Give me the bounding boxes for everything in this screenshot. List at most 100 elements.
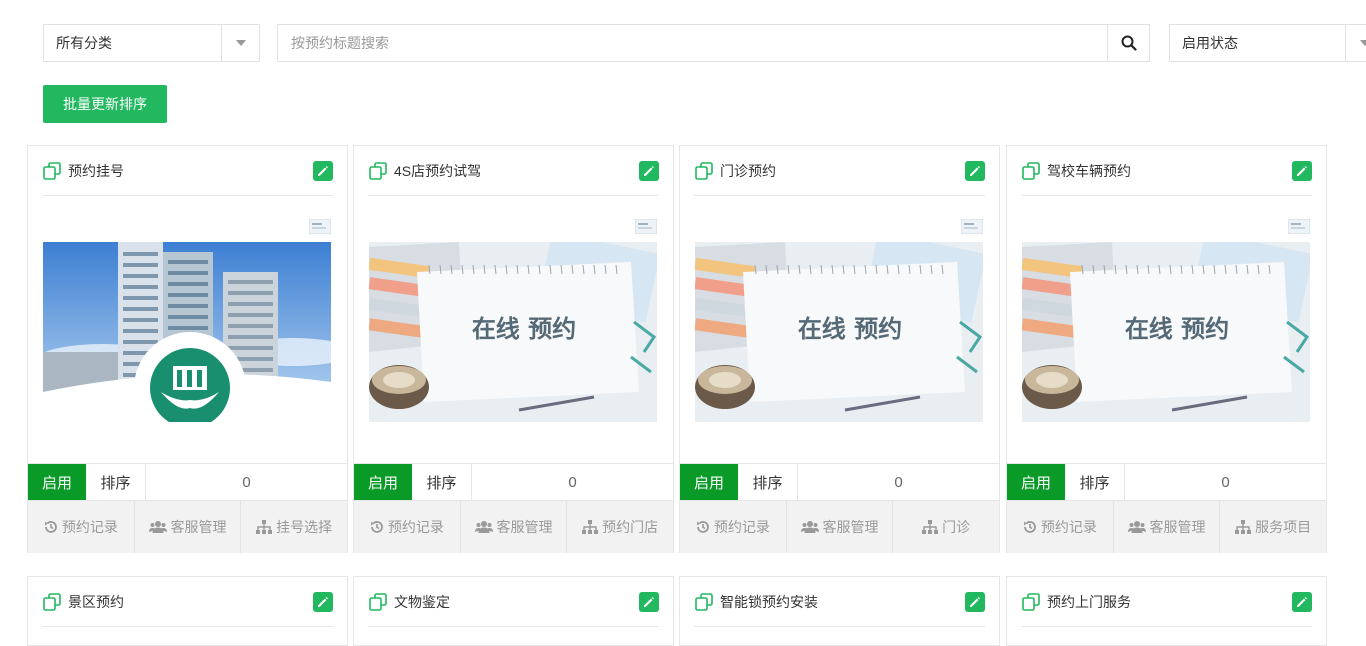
appointment-card: 预约挂号 启用 排序 0 预约记录 客服管理 挂号选择 [27, 145, 348, 553]
online-booking-banner: 在线 预约 [695, 242, 983, 422]
card-image [43, 242, 331, 422]
status-row: 启用 排序 0 [28, 463, 347, 501]
records-link[interactable]: 预约记录 [680, 501, 787, 553]
options-link[interactable]: 门诊 [893, 501, 999, 553]
search-button[interactable] [1107, 25, 1149, 61]
edit-button[interactable] [313, 160, 333, 181]
appointment-card: 景区预约 [27, 576, 348, 646]
copy-icon[interactable] [368, 161, 388, 181]
sitemap-icon [922, 520, 939, 534]
users-icon [148, 521, 167, 533]
records-link[interactable]: 预约记录 [1007, 501, 1114, 553]
edit-button[interactable] [1292, 591, 1312, 612]
card-header: 驾校车辆预约 [1021, 146, 1312, 196]
status-select[interactable]: 启用状态 [1169, 24, 1366, 62]
card-header: 文物鉴定 [368, 577, 659, 627]
sort-value-input[interactable]: 0 [798, 464, 999, 500]
status-row: 启用 排序 0 [1007, 463, 1326, 501]
history-icon [370, 521, 383, 533]
thumbnail-icon [635, 219, 657, 234]
card-title: 预约挂号 [68, 162, 124, 179]
customer-service-link[interactable]: 客服管理 [135, 501, 242, 553]
users-icon [800, 521, 819, 533]
sort-value-input[interactable]: 0 [146, 464, 347, 500]
users-icon [474, 521, 493, 533]
status-toggle[interactable]: 启用 [28, 464, 86, 500]
customer-service-link[interactable]: 客服管理 [1114, 501, 1221, 553]
copy-icon[interactable] [368, 592, 388, 612]
card-header: 智能锁预约安装 [694, 577, 985, 627]
card-title: 门诊预约 [720, 162, 776, 179]
svg-text:在线 预约: 在线 预约 [1125, 314, 1229, 343]
chevron-down-icon[interactable] [221, 25, 259, 61]
sort-label: 排序 [412, 464, 472, 500]
appointment-card: 4S店预约试驾 在线 预约 启用 排序 0 预约记录 客服管理 预约门店 [353, 145, 674, 553]
search-input[interactable] [278, 25, 1107, 61]
pencil-icon [970, 596, 980, 607]
copy-icon[interactable] [694, 592, 714, 612]
options-link[interactable]: 挂号选择 [241, 501, 347, 553]
customer-service-link[interactable]: 客服管理 [787, 501, 894, 553]
edit-button[interactable] [965, 160, 985, 181]
thumbnail-icon [309, 219, 331, 234]
edit-button[interactable] [313, 591, 333, 612]
copy-icon[interactable] [42, 161, 62, 181]
status-toggle[interactable]: 启用 [354, 464, 412, 500]
card-title: 智能锁预约安装 [720, 593, 818, 610]
options-link[interactable]: 服务项目 [1220, 501, 1326, 553]
pencil-icon [970, 165, 980, 176]
copy-icon[interactable] [1021, 592, 1041, 612]
card-title: 4S店预约试驾 [394, 162, 482, 179]
card-header: 预约上门服务 [1021, 577, 1312, 627]
card-image: 在线 预约 [695, 242, 983, 422]
status-row: 启用 排序 0 [680, 463, 999, 501]
card-header: 门诊预约 [694, 146, 985, 196]
card-actions: 预约记录 客服管理 [28, 501, 347, 553]
edit-button[interactable] [1292, 160, 1312, 181]
sitemap-icon [1235, 520, 1252, 534]
batch-sort-button[interactable]: 批量更新排序 [43, 85, 167, 123]
hospital-image [43, 242, 331, 422]
customer-service-link[interactable]: 客服管理 [461, 501, 568, 553]
edit-button[interactable] [965, 591, 985, 612]
sitemap-icon [256, 520, 273, 534]
pencil-icon [644, 596, 654, 607]
card-title: 文物鉴定 [394, 593, 450, 610]
history-icon [44, 521, 57, 533]
appointment-card: 驾校车辆预约 在线 预约 启用 排序 0 预约记录 客服管理 服务项目 [1006, 145, 1327, 553]
pencil-icon [1297, 596, 1307, 607]
category-select[interactable]: 所有分类 [43, 24, 260, 62]
sitemap-icon [582, 520, 599, 534]
copy-icon[interactable] [694, 161, 714, 181]
sort-value-input[interactable]: 0 [472, 464, 673, 500]
thumbnail-icon [1288, 219, 1310, 234]
card-image: 在线 预约 [1022, 242, 1310, 422]
card-header: 4S店预约试驾 [368, 146, 659, 196]
online-booking-banner: 在线 预约 [369, 242, 657, 422]
appointment-card: 文物鉴定 [353, 576, 674, 646]
pencil-icon [1297, 165, 1307, 176]
edit-button[interactable] [639, 160, 659, 181]
sort-label: 排序 [1065, 464, 1125, 500]
status-row: 启用 排序 0 [354, 463, 673, 501]
card-title: 预约上门服务 [1047, 593, 1131, 610]
sort-value-input[interactable]: 0 [1125, 464, 1326, 500]
edit-button[interactable] [639, 591, 659, 612]
search-icon [1121, 35, 1137, 51]
sort-label: 排序 [86, 464, 146, 500]
card-actions: 预约记录 客服管理 [680, 501, 999, 553]
online-booking-banner: 在线 预约 [1022, 242, 1310, 422]
copy-icon[interactable] [1021, 161, 1041, 181]
records-link[interactable]: 预约记录 [354, 501, 461, 553]
status-toggle[interactable]: 启用 [1007, 464, 1065, 500]
card-image: 在线 预约 [369, 242, 657, 422]
records-link[interactable]: 预约记录 [28, 501, 135, 553]
options-link[interactable]: 预约门店 [567, 501, 673, 553]
sort-label: 排序 [738, 464, 798, 500]
chevron-down-icon[interactable] [1345, 25, 1366, 61]
card-header: 预约挂号 [42, 146, 333, 196]
pencil-icon [644, 165, 654, 176]
copy-icon[interactable] [42, 592, 62, 612]
status-toggle[interactable]: 启用 [680, 464, 738, 500]
card-title: 驾校车辆预约 [1047, 162, 1131, 179]
